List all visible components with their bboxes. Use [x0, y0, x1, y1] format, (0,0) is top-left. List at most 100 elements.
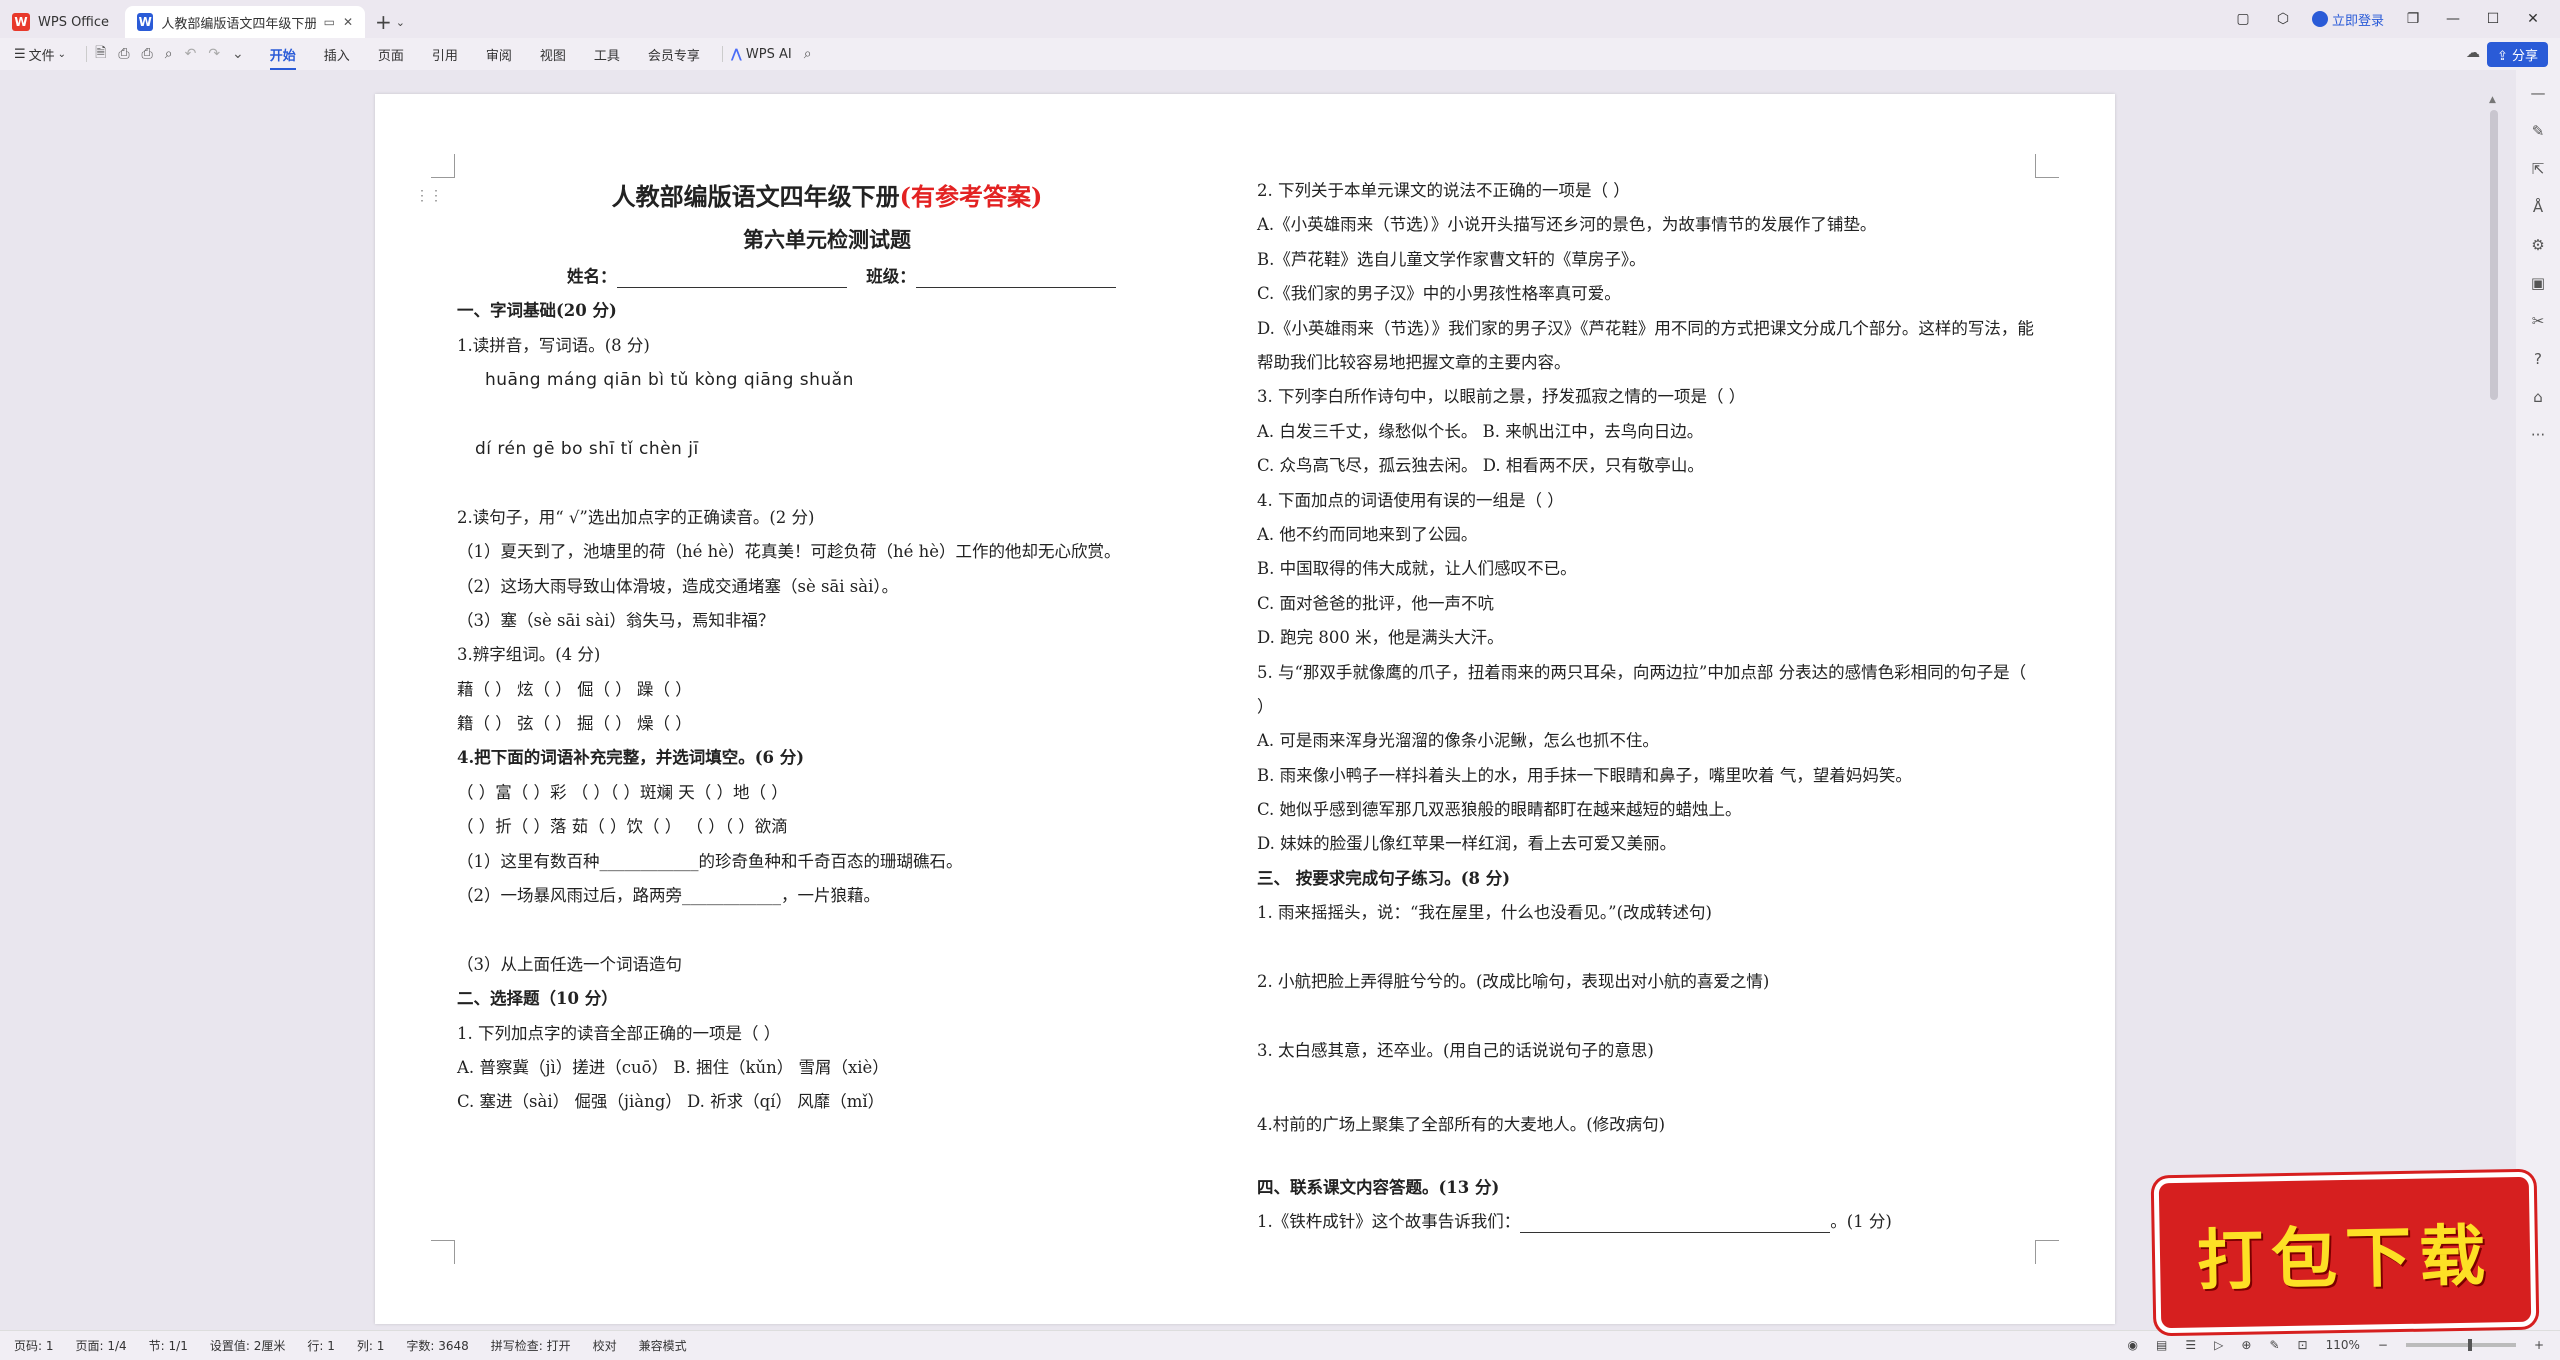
format-icon[interactable]: Å	[2533, 198, 2543, 216]
download-badge-label: 打包下载	[2196, 1215, 2494, 1300]
fit-icon[interactable]: ⊡	[2298, 1338, 2308, 1352]
cursor-select-icon[interactable]: ⇱	[2532, 160, 2545, 178]
file-menu[interactable]: ☰ 文件 ⌄	[14, 45, 66, 64]
tab-label: 人教部编版语文四年级下册新	[161, 16, 316, 32]
status-page-code[interactable]: 页码: 1	[14, 1337, 54, 1354]
close-window-icon[interactable]: ✕	[2522, 11, 2544, 27]
monitor-icon[interactable]: ▭	[324, 15, 335, 29]
drag-handle-icon[interactable]: ⋮⋮	[415, 188, 443, 204]
web-view-icon[interactable]: ⊕	[2241, 1338, 2251, 1352]
minimize-icon[interactable]: —	[2442, 11, 2464, 27]
doc-title-main: 人教部编版语文四年级下册	[611, 182, 900, 211]
vertical-scrollbar[interactable]	[2490, 110, 2498, 400]
menu-tools[interactable]: 工具	[594, 45, 620, 64]
menu-view[interactable]: 视图	[540, 45, 566, 64]
redo-icon[interactable]: ↷	[208, 46, 220, 62]
settings-icon[interactable]: ⚙	[2531, 236, 2544, 254]
question-line: C.《我们家的男子汉》中的小男孩性格率真可爱。	[1257, 284, 1621, 304]
question-text: 1.《铁杵成针》这个故事告诉我们：	[1257, 1212, 1521, 1231]
help-icon[interactable]: ?	[2534, 350, 2542, 368]
search-icon[interactable]: ⌕	[804, 46, 812, 62]
file-menu-label: 文件	[28, 48, 55, 64]
tab-document[interactable]: W 人教部编版语文四年级下册新 ▭ ✕	[125, 6, 365, 38]
tab-bar: W WPS Office W 人教部编版语文四年级下册新 ▭ ✕ + ⌄	[0, 0, 2560, 38]
zoom-in-icon[interactable]: +	[2534, 1338, 2544, 1352]
menu-start[interactable]: 开始	[269, 45, 296, 70]
question-line: 1. 雨来摇摇头，说：“我在屋里，什么也没看见。”(改成转述句)	[1257, 903, 1712, 923]
status-wordcount[interactable]: 字数: 3648	[406, 1337, 468, 1354]
list-view-icon[interactable]: ☰	[2185, 1338, 2196, 1352]
close-icon[interactable]: ✕	[343, 15, 353, 29]
menu-member[interactable]: 会员专享	[648, 45, 700, 64]
new-tab-button[interactable]: + ⌄	[365, 6, 415, 38]
maximize-icon[interactable]: ☐	[2482, 11, 2504, 27]
page-view-icon[interactable]: ▤	[2156, 1338, 2167, 1352]
play-icon[interactable]: ▷	[2214, 1338, 2223, 1352]
name-label: 姓名：	[567, 267, 617, 286]
right-sidebar: — ✎ ⇱ Å ⚙ ▣ ✂ ? ⌂ ···	[2516, 70, 2560, 1330]
pinyin-line: huāng máng qiān bì tǔ kòng qiāng shuǎn	[485, 370, 854, 391]
zoom-slider[interactable]	[2405, 1339, 2516, 1351]
question-line: （1）夏天到了，池塘里的荷（hé hè）花真美！可趁负荷（hé hè）工作的他却…	[457, 542, 1121, 562]
zoom-out-icon[interactable]: −	[2378, 1338, 2388, 1352]
question-line: A. 普察冀（jì）搓进（cuō） B. 捆住（kǔn） 雪屑（xiè）	[457, 1057, 889, 1077]
right-column: 2. 下列关于本单元课文的说法不正确的一项是（ ） A.《小英雄雨来（节选）》小…	[1257, 174, 2037, 1239]
status-pages[interactable]: 页面: 1/4	[76, 1337, 127, 1354]
question-line: D.《小英雄雨来（节选）》我们家的男子汉》《芦花鞋》用不同的方式把课文分成几个部…	[1257, 318, 2034, 372]
restore-window-icon[interactable]: ❐	[2402, 11, 2424, 27]
plus-icon[interactable]: +	[375, 10, 392, 34]
question-line: C. 面对爸爸的批评，他一声不吭	[1257, 593, 1495, 613]
pen-icon[interactable]: ✎	[2532, 122, 2545, 140]
status-setting[interactable]: 设置值: 2厘米	[210, 1337, 286, 1354]
print-preview-icon[interactable]: ⌕	[165, 46, 173, 62]
login-button[interactable]: 立即登录	[2311, 10, 2384, 29]
tab-wps-office[interactable]: W WPS Office	[0, 6, 125, 38]
bookmark-icon[interactable]: ⌂	[2533, 388, 2543, 406]
document-page[interactable]: ⋮⋮ 人教部编版语文四年级下册(有参考答案) 第六单元检测试题 姓名： 班级： …	[375, 94, 2115, 1324]
status-section[interactable]: 节: 1/1	[149, 1337, 188, 1354]
answer-blank	[1520, 1213, 1831, 1233]
menu-references[interactable]: 引用	[432, 45, 458, 64]
page-corner-mark	[2035, 1240, 2059, 1264]
question-line: （3）从上面任选一个词语造句	[457, 954, 682, 974]
answer-space	[1257, 931, 2037, 965]
doc-subtitle: 第六单元检测试题	[743, 227, 911, 252]
cube-icon[interactable]: ⬡	[2272, 11, 2294, 27]
cloud-sync-icon[interactable]: ☁	[2466, 45, 2480, 61]
question-line: 3. 太白感其意，还卒业。(用自己的话说说句子的意思)	[1257, 1040, 1654, 1060]
zoom-level[interactable]: 110%	[2326, 1338, 2360, 1352]
more-icon[interactable]: ···	[2531, 426, 2545, 444]
status-column[interactable]: 列: 1	[357, 1337, 385, 1354]
print-icon[interactable]: ⎙	[142, 46, 153, 62]
class-blank	[915, 268, 1116, 288]
question-line: （ ）折（ ）落 茹（ ）饮（ ） （ ）（ ）欲滴	[457, 817, 788, 837]
tools-icon[interactable]: ✂	[2532, 312, 2545, 330]
status-proofread[interactable]: 校对	[593, 1337, 617, 1354]
image-icon[interactable]: ▣	[2531, 274, 2545, 292]
chevron-down-icon[interactable]: ⌄	[232, 46, 244, 62]
wps-ai-button[interactable]: ⋀ WPS AI	[731, 47, 792, 62]
menu-insert[interactable]: 插入	[324, 45, 350, 64]
question-line: （2）这场大雨导致山体滑坡，造成交通堵塞（sè sāi sài）。	[457, 576, 899, 596]
menu-page[interactable]: 页面	[378, 45, 404, 64]
save-icon[interactable]: 🗎	[95, 42, 106, 66]
chevron-down-icon[interactable]: ⌄	[396, 16, 405, 29]
zoom-knob[interactable]	[2467, 1339, 2472, 1351]
share-button[interactable]: ⇪ 分享	[2486, 42, 2548, 67]
status-row[interactable]: 行: 1	[307, 1337, 335, 1354]
download-badge[interactable]: 打包下载	[2158, 1176, 2532, 1329]
export-pdf-icon[interactable]: ⎙	[118, 46, 129, 62]
question-line: 3. 下列李白所作诗句中，以眼前之景，抒发孤寂之情的一项是（ ）	[1257, 387, 1746, 407]
scroll-up-icon[interactable]: ▲	[2489, 95, 2496, 105]
status-spellcheck[interactable]: 拼写检查: 打开	[491, 1337, 571, 1354]
layout-icon[interactable]: ▢	[2232, 11, 2254, 27]
menu-review[interactable]: 审阅	[486, 45, 512, 64]
name-class-line: 姓名： 班级：	[457, 260, 1197, 294]
pen-mode-icon[interactable]: ✎	[2269, 1338, 2279, 1352]
status-compat[interactable]: 兼容模式	[639, 1337, 687, 1354]
undo-icon[interactable]: ↶	[185, 46, 197, 62]
question-line: D. 跑完 800 米，他是满头大汗。	[1257, 628, 1504, 648]
question-line: A. 他不约而同地来到了公园。	[1257, 524, 1478, 544]
eye-icon[interactable]: ◉	[2128, 1338, 2138, 1352]
collapse-icon[interactable]: —	[2531, 84, 2546, 102]
